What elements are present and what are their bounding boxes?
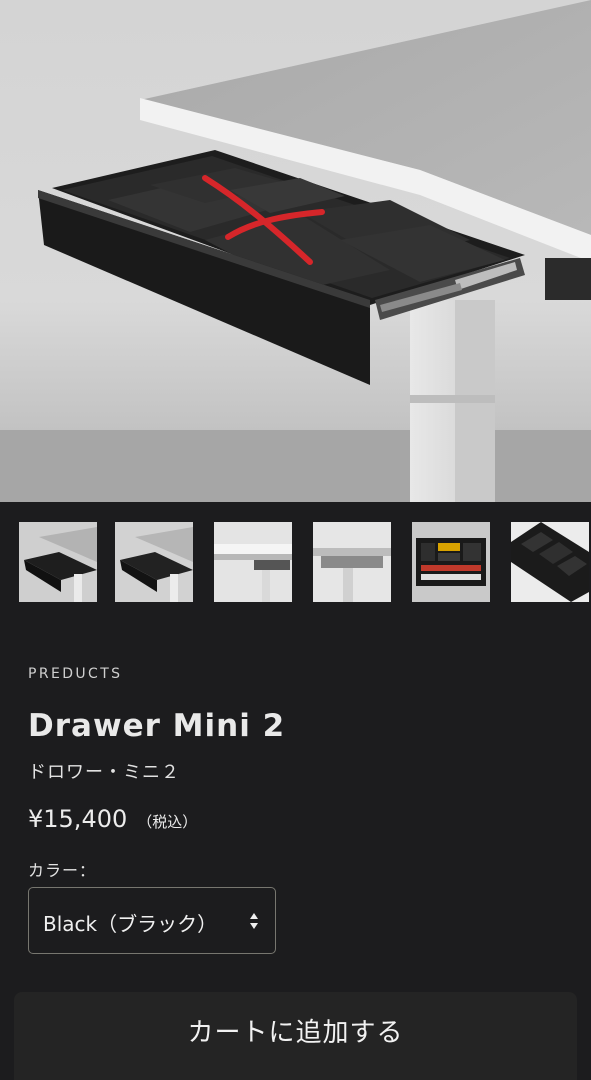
color-label: カラー：: [28, 861, 97, 880]
product-category: PREDUCTS: [28, 666, 123, 682]
product-hero-image: [0, 0, 591, 502]
price-tax-note: （税込）: [137, 813, 198, 831]
thumbnail-2[interactable]: [115, 522, 193, 602]
select-arrows-icon: [250, 913, 258, 929]
thumbnail-3[interactable]: [214, 522, 292, 602]
thumbnail-6[interactable]: [511, 522, 589, 602]
product-title: Drawer Mini 2: [28, 708, 286, 744]
thumbnail-4[interactable]: [313, 522, 391, 602]
price-block: ¥15,400 （税込）: [28, 805, 197, 833]
color-select[interactable]: Black（ブラック）: [28, 887, 276, 954]
product-subtitle-ja: ドロワー・ミニ２: [28, 762, 180, 783]
thumbnail-5[interactable]: [412, 522, 490, 602]
thumbnail-strip[interactable]: [19, 522, 591, 604]
add-to-cart-label: カートに追加する: [187, 1018, 404, 1048]
thumbnail-1[interactable]: [19, 522, 97, 602]
add-to-cart-button[interactable]: カートに追加する: [14, 992, 577, 1080]
price-amount: ¥15,400: [28, 805, 128, 833]
color-select-value: Black（ブラック）: [43, 912, 218, 936]
